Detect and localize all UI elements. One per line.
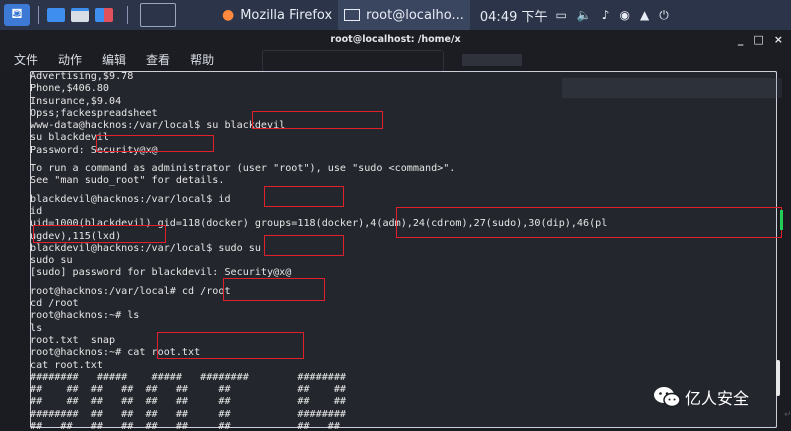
- clock[interactable]: 04:49 下午: [480, 6, 548, 25]
- task-firefox[interactable]: ● Mozilla Firefox: [216, 0, 338, 30]
- terminal-line: Phone,$406.80: [30, 83, 110, 95]
- terminal-output[interactable]: Advertising,$9.78 Phone,$406.80 Insuranc…: [30, 71, 775, 431]
- paragraph-mark: ↵: [784, 410, 791, 420]
- app-blue-icon[interactable]: [47, 8, 65, 22]
- highlight-cat-root: [157, 332, 304, 359]
- terminal-line: root@hacknos:~# cat root.txt: [30, 347, 201, 359]
- kali-menu-icon[interactable]: ⛾: [4, 4, 30, 26]
- bell-icon[interactable]: ♪: [602, 8, 610, 22]
- watermark-text: 亿人安全: [685, 389, 750, 408]
- lock-icon[interactable]: ▲: [640, 8, 649, 22]
- active-window-button[interactable]: [30, 3, 777, 428]
- system-tray: ▭ 🔈 ♪ ◉ ▲ ⏻: [556, 8, 669, 23]
- terminal-line: root@hacknos:~# ls: [30, 310, 140, 322]
- ghost-urlbar: [262, 50, 444, 72]
- side-indicator: [780, 210, 783, 230]
- terminal-line: ## ## ## ## ## ## ## ## ##: [30, 421, 340, 431]
- file-manager-icon[interactable]: [71, 8, 89, 22]
- desktop-screen: ⛾ ● Mozilla Firefox root@localho... 04:4…: [0, 0, 791, 431]
- highlight-cd-root: [223, 278, 325, 301]
- terminal-line: Insurance,$9.04: [30, 95, 122, 107]
- network-icon[interactable]: ◉: [619, 8, 629, 22]
- top-taskbar: ⛾ ● Mozilla Firefox root@localho... 04:4…: [0, 0, 791, 428]
- terminal-line: cd /root: [30, 298, 79, 310]
- quick-launch: [30, 0, 777, 428]
- menu-file[interactable]: 文件: [14, 51, 38, 68]
- taskbar-separator: [38, 6, 39, 24]
- menu-help[interactable]: 帮助: [190, 51, 214, 68]
- power-icon[interactable]: ⏻: [659, 8, 669, 23]
- terminal-line: ######## ##### ##### ######## ########: [30, 371, 347, 383]
- terminal-line: blackdevil@hacknos:/var/local$ sudo su: [30, 242, 261, 254]
- terminal-scrollbar[interactable]: [776, 360, 780, 396]
- highlight-id-command: [264, 186, 344, 207]
- highlight-su-command: [252, 111, 383, 129]
- terminal-line: sudo su: [30, 255, 73, 267]
- highlight-lxd-group: [33, 225, 166, 243]
- terminal-line: root@hacknos:/var/local# cd /root: [30, 285, 231, 297]
- task-terminal[interactable]: root@localho...: [338, 0, 470, 30]
- task-firefox-label: Mozilla Firefox: [240, 7, 333, 23]
- watermark: 亿人安全: [653, 384, 749, 410]
- multi-app-icon[interactable]: [95, 8, 113, 22]
- firefox-icon: ●: [222, 7, 235, 23]
- highlight-password: [96, 135, 214, 152]
- terminal-line: Opss;fackespreadsheet: [30, 107, 158, 119]
- terminal-line: [sudo] password for blackdevil: Security…: [30, 267, 292, 279]
- terminal-line: To run a command as administrator (user …: [30, 163, 456, 175]
- terminal-icon: [344, 9, 361, 21]
- window-icon[interactable]: ▭: [556, 8, 567, 22]
- terminal-line: root.txt snap: [30, 334, 116, 346]
- menu-view[interactable]: 查看: [146, 51, 170, 68]
- terminal-line: ######## ## ## ## ## ## ########: [30, 408, 347, 420]
- terminal-line: Advertising,$9.78: [30, 71, 134, 82]
- terminal-line: ls: [30, 322, 43, 334]
- ghost-toolbar: [462, 54, 522, 66]
- wechat-icon: [654, 387, 681, 408]
- terminal-line: cat root.txt: [30, 359, 103, 371]
- menu-action[interactable]: 动作: [58, 51, 82, 68]
- task-terminal-label: root@localho...: [366, 7, 464, 23]
- highlight-groups: [396, 207, 782, 238]
- volume-icon[interactable]: 🔈: [577, 8, 592, 22]
- highlight-sudo-su: [264, 235, 344, 256]
- menu-edit[interactable]: 编辑: [102, 51, 126, 68]
- terminal-line: blackdevil@hacknos:/var/local$ id: [30, 193, 231, 205]
- terminal-line: www-data@hacknos:/var/local$ su blackdev…: [30, 120, 286, 132]
- taskbar-separator: [127, 6, 128, 24]
- terminal-line: See "man sudo_root" for details.: [30, 175, 225, 187]
